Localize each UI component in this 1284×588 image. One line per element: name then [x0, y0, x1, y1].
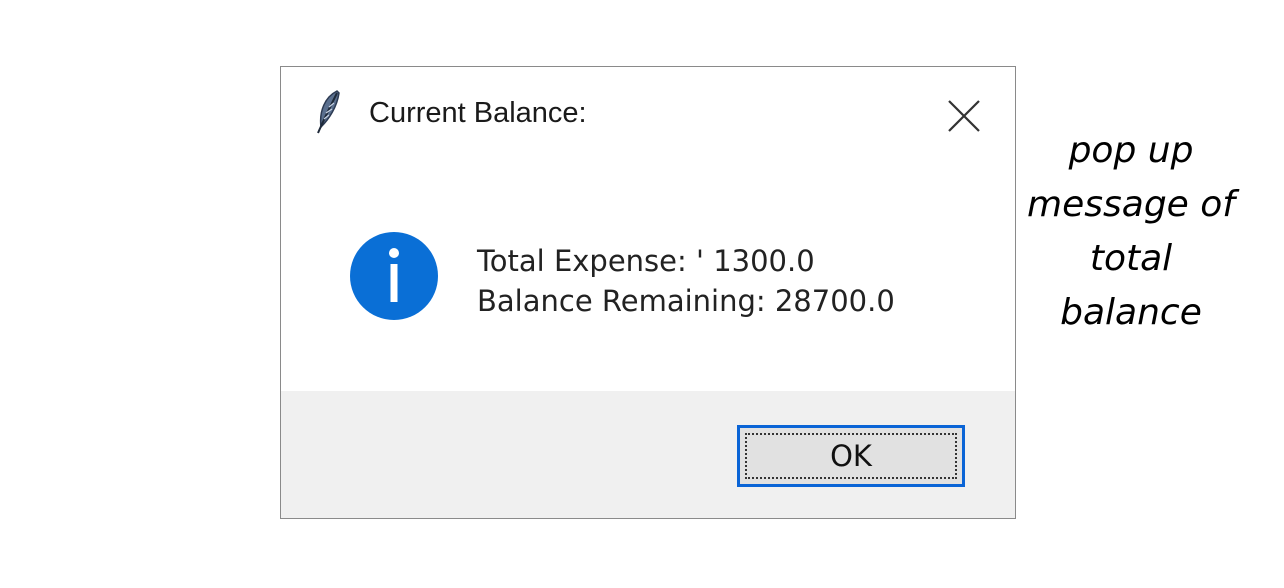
dialog-footer: OK	[281, 391, 1015, 518]
ok-button-label: OK	[745, 433, 957, 479]
dialog-content: Total Expense: ' 1300.0 Balance Remainin…	[281, 159, 1015, 391]
close-button[interactable]	[945, 97, 983, 135]
message-line-balance-remaining: Balance Remaining: 28700.0	[477, 284, 895, 318]
dialog-titlebar[interactable]: Current Balance:	[281, 67, 1015, 159]
caption-line: total	[1089, 238, 1173, 279]
dialog-message: Total Expense: ' 1300.0 Balance Remainin…	[477, 241, 895, 321]
caption-annotation: pop up message of total balance	[1024, 124, 1238, 340]
message-line-total-expense: Total Expense: ' 1300.0	[477, 244, 815, 278]
caption-line: pop up	[1068, 130, 1194, 171]
feather-icon	[315, 89, 343, 135]
caption-line: balance	[1060, 292, 1202, 333]
ok-button[interactable]: OK	[737, 425, 965, 487]
message-dialog: Current Balance: Total Expense: ' 1300.0…	[280, 66, 1016, 519]
info-icon	[349, 231, 439, 321]
page: Current Balance: Total Expense: ' 1300.0…	[0, 0, 1284, 588]
caption-line: message of	[1027, 184, 1235, 225]
dialog-title: Current Balance:	[369, 97, 587, 129]
close-icon	[948, 100, 980, 132]
